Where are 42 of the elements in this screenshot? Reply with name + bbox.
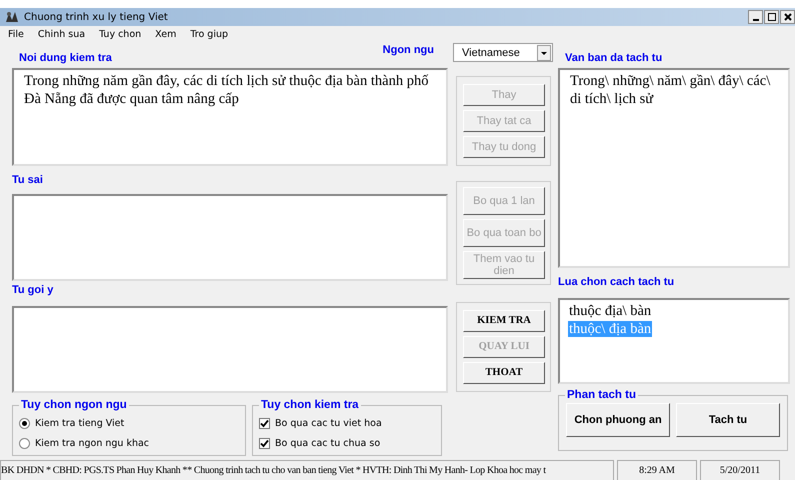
group-title: Tuy chon ngon ngu bbox=[20, 399, 128, 411]
menu-item[interactable]: Tuy chon bbox=[99, 28, 142, 40]
menu-item[interactable]: Xem bbox=[155, 28, 176, 40]
section-label: Tu goi y bbox=[12, 284, 54, 298]
maximize-button[interactable] bbox=[764, 10, 779, 24]
app-icon bbox=[4, 10, 20, 24]
close-button[interactable] bbox=[780, 10, 795, 24]
status-time: 8:29 AM bbox=[617, 460, 697, 480]
section-label: Tu sai bbox=[12, 174, 44, 188]
split-button[interactable]: Chon phuong an bbox=[566, 403, 670, 437]
segmented-text-area[interactable]: Trong\ những\ năm\ gần\ đây\ các\ di tích\ lịch sử bbox=[558, 68, 790, 268]
action-button[interactable]: THOAT bbox=[463, 362, 545, 384]
menu-item[interactable]: Tro giup bbox=[190, 28, 228, 40]
maximize-icon bbox=[768, 13, 776, 21]
section-label: Van ban da tach tu bbox=[565, 52, 662, 66]
option-label: Bo qua cac tu viet hoa bbox=[275, 418, 382, 428]
language-label: Ngon ngu bbox=[382, 44, 434, 58]
checkbox[interactable] bbox=[259, 438, 270, 448]
radio-button[interactable] bbox=[19, 438, 30, 448]
group-title: Phan tach tu bbox=[566, 389, 638, 401]
close-icon bbox=[784, 13, 792, 21]
group-title: Tuy chon kiem tra bbox=[260, 399, 360, 411]
choice-item[interactable]: thuộc địa\ bàn bbox=[568, 303, 652, 319]
status-date: 5/20/2011 bbox=[700, 460, 780, 480]
option-label: Bo qua cac tu chua so bbox=[275, 438, 380, 448]
menu-item[interactable]: Chinh sua bbox=[38, 28, 86, 40]
wrong-words-list[interactable] bbox=[12, 194, 448, 281]
option-label: Kiem tra ngon ngu khac bbox=[35, 438, 150, 448]
section-label: Noi dung kiem tra bbox=[19, 52, 112, 66]
section-label: Lua chon cach tach tu bbox=[558, 276, 676, 290]
split-button[interactable]: Tach tu bbox=[676, 403, 780, 437]
suggestions-list[interactable] bbox=[12, 306, 448, 393]
checkbox[interactable] bbox=[259, 418, 270, 428]
status-message: BK DHDN * CBHD: PGS.TS Phan Huy Khanh ** Chuong trinh tach tu cho van ban tieng Viet * HVTH: Dinh Thi My Hanh- Lop Khoa hoc may t bbox=[0, 460, 614, 480]
action-button[interactable]: KIEM TRA bbox=[463, 310, 545, 332]
minimize-button[interactable] bbox=[748, 10, 763, 24]
radio-button[interactable] bbox=[19, 418, 30, 428]
option-label: Kiem tra tieng Viet bbox=[35, 418, 124, 428]
text-input-area[interactable]: Trong những năm gần đây, các di tích lịch sử thuộc địa bàn thành phố Đà Nẵng đã được quan tâm nâng cấp bbox=[12, 68, 448, 166]
window-title: Chuong trinh xu ly tieng Viet bbox=[24, 12, 168, 22]
language-dropdown[interactable]: Vietnamese bbox=[453, 43, 553, 62]
menu-item[interactable]: File bbox=[8, 28, 24, 40]
